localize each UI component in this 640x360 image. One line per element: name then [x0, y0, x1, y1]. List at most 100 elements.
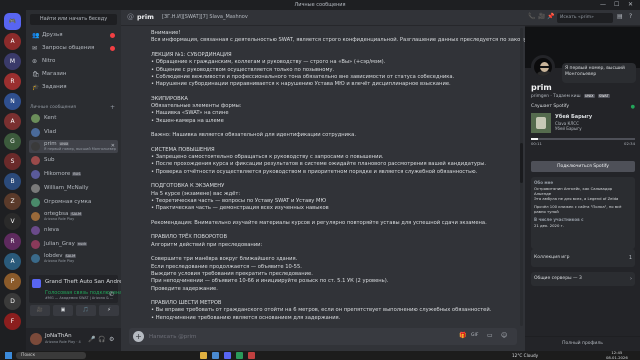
server-icon[interactable]: V — [4, 213, 21, 230]
avatar — [31, 142, 40, 151]
message-line: Рекомендация: Внимательно изучайте матер… — [151, 219, 487, 226]
soundboard-button[interactable]: 🎵 — [76, 305, 96, 316]
find-conversation-button[interactable]: Найти или начать беседу — [30, 14, 117, 25]
game-collection[interactable]: Коллекция игр 1 — [531, 249, 635, 267]
message-line: При неподчинении — объявите 10-66 и иниц… — [151, 278, 389, 285]
message-line: Алгоритм действий при преследовании: — [151, 241, 263, 248]
voice-channel[interactable]: #MG — Академия SWAT | Arizona & ... — [45, 296, 113, 300]
pinned-icon[interactable]: 📌 — [547, 13, 554, 20]
server-icon[interactable]: Z — [4, 193, 21, 210]
disconnect-icon[interactable]: ✆ — [109, 291, 114, 298]
message-list: Внимание! Вся информация, связанная с дея… — [121, 27, 525, 327]
emoji-icon[interactable]: ☺ — [501, 332, 507, 339]
discord-taskbar-icon[interactable] — [224, 352, 231, 359]
inbox-icon[interactable]: ▤ — [617, 13, 623, 20]
server-icon[interactable]: B — [4, 173, 21, 190]
server-icon[interactable]: D — [4, 293, 21, 310]
message-input[interactable] — [149, 331, 469, 342]
gift-icon[interactable]: 🎁 — [459, 332, 466, 339]
server-icon[interactable]: A — [4, 253, 21, 270]
dm-item[interactable]: William_McNally — [29, 182, 118, 195]
message-line: Если преследование продолжается — объяви… — [151, 263, 302, 270]
server-icon[interactable]: G — [4, 133, 21, 150]
create-dm-icon[interactable]: + — [110, 104, 115, 111]
server-icon[interactable]: N — [4, 93, 21, 110]
server-icon[interactable]: F — [4, 313, 21, 330]
attach-plus-icon[interactable]: + — [133, 331, 144, 342]
spotify-connect-button[interactable]: Подключиться Spotify — [531, 161, 635, 172]
dm-item[interactable]: Vlad — [29, 126, 118, 139]
dm-item[interactable]: lobdev SALM Arizona Role Play — [29, 252, 118, 265]
server-icon[interactable]: M — [4, 53, 21, 70]
settings-gear-icon[interactable]: ⚙ — [109, 336, 114, 343]
nav-item-friends[interactable]: 👥 Друзья — [30, 30, 117, 41]
sticker-icon[interactable]: ▭ — [487, 332, 493, 339]
track-progress-fill — [531, 138, 539, 140]
full-profile-link[interactable]: Полный профиль — [525, 336, 640, 351]
dm-item[interactable]: Sub — [29, 154, 118, 167]
taskbar-search[interactable]: Поиск — [16, 352, 86, 359]
windows-start-icon[interactable] — [5, 352, 12, 359]
microphone-icon[interactable]: 🎤 — [88, 336, 95, 343]
dm-item[interactable]: Огромная сумка — [29, 196, 118, 209]
activities-button[interactable]: ⚡ — [99, 305, 119, 316]
server-icon[interactable]: 🎮 — [4, 13, 21, 30]
gif-button[interactable]: GIF — [471, 333, 478, 338]
weather-widget[interactable]: 12°C Cloudy — [512, 352, 538, 359]
dm-item[interactable]: nleva — [29, 224, 118, 237]
video-call-icon[interactable]: 🎥 — [538, 13, 545, 20]
server-icon[interactable]: R — [4, 233, 21, 250]
call-icon[interactable]: 📞 — [528, 13, 535, 20]
server-icon[interactable]: R — [4, 73, 21, 90]
track-title[interactable]: Убей Барыгу — [555, 114, 592, 120]
headphones-icon[interactable]: 🎧 — [98, 336, 105, 343]
search-input[interactable]: Искать «prim» — [557, 13, 613, 23]
help-icon[interactable]: ? — [629, 13, 632, 20]
server-icon[interactable]: A — [4, 113, 21, 130]
nav-item-quests[interactable]: 🎓 Задания — [30, 82, 117, 93]
track-elapsed: 00:11 — [531, 141, 542, 146]
notification-badge — [110, 46, 115, 51]
message-line: • Неподчинение требованию является основ… — [151, 314, 341, 321]
nav-item-message-requests[interactable]: ✉ Запросы общения — [30, 43, 117, 54]
nav-item-nitro[interactable]: ⊛ Nitro — [30, 56, 117, 67]
chat-recipient-name[interactable]: prim — [137, 13, 154, 21]
dm-name-text: nleva — [44, 227, 60, 233]
maximize-icon[interactable]: ☐ — [614, 1, 619, 8]
server-icon[interactable]: P — [4, 273, 21, 290]
dm-item[interactable]: Kent — [29, 112, 118, 125]
browser-icon[interactable] — [212, 352, 219, 359]
file-explorer-icon[interactable] — [200, 352, 207, 359]
message-line: • Практическая часть — демонстрация всех… — [151, 205, 329, 212]
track-album: Убей Барыгу — [555, 126, 582, 131]
close-icon[interactable]: ✕ — [628, 1, 633, 8]
message-line: Проведите задержание. — [151, 285, 218, 292]
about-line: равно тупой — [534, 209, 559, 214]
message-scrollbar[interactable] — [520, 28, 523, 326]
spotify-activity: Слушает Spotify ● Убей Барыгу Clava КЛСС… — [531, 104, 635, 156]
profile-avatar[interactable] — [531, 55, 555, 79]
camera-button[interactable]: 🎥 — [30, 305, 50, 316]
avatar — [31, 156, 40, 165]
dm-item[interactable]: ortegbsa SALM Arizona Role Play — [29, 210, 118, 223]
app-icon[interactable] — [236, 352, 243, 359]
scroll-thumb[interactable] — [520, 143, 523, 183]
clock[interactable]: 12:45 08.01.2026 — [606, 350, 628, 360]
dm-item[interactable]: Julian_Gray nuck — [29, 238, 118, 251]
user-avatar[interactable] — [30, 333, 42, 345]
dm-item[interactable]: Hikomore BUS — [29, 168, 118, 181]
app-icon[interactable] — [248, 352, 255, 359]
profile-badge-unix: UNIX — [583, 94, 595, 98]
screen-share-button[interactable]: ▣ — [53, 305, 73, 316]
close-dm-icon[interactable]: ✕ — [111, 143, 115, 149]
nav-item-shop[interactable]: 🛍 Магазин — [30, 69, 117, 80]
server-icon[interactable]: А — [4, 33, 21, 50]
server-icon[interactable]: S — [4, 153, 21, 170]
mutual-servers[interactable]: Общие серверы — 3 › — [531, 272, 635, 286]
dm-tag: SALM — [64, 253, 77, 258]
album-cover[interactable] — [531, 113, 551, 133]
user-name[interactable]: JoNaThAn — [45, 333, 72, 339]
minimize-icon[interactable]: — — [600, 1, 606, 8]
avatar — [31, 212, 40, 221]
dm-item[interactable]: prim UNIX Я первый номер, высший Монгольев… — [29, 140, 118, 153]
